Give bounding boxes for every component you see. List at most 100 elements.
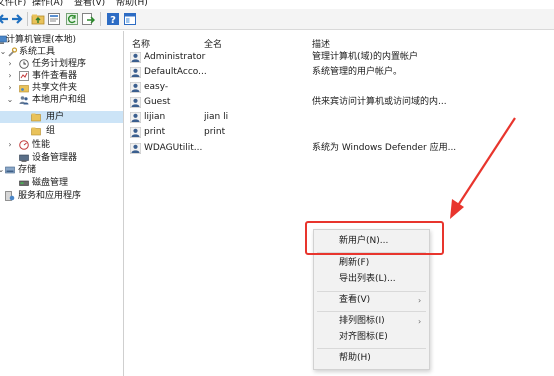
tree-item-computer-management[interactable]: 计算机管理(本地): [0, 34, 123, 46]
table-row[interactable]: DefaultAcco... 系统管理的用户帐户。: [128, 66, 548, 79]
menu-item-view[interactable]: 查看(V) ›: [314, 292, 429, 309]
panel-icon[interactable]: [123, 12, 137, 26]
user-icon: [130, 112, 141, 123]
column-header-name[interactable]: 名称: [132, 37, 150, 50]
svg-text:?: ?: [110, 15, 116, 26]
column-header-description[interactable]: 描述: [312, 37, 330, 50]
menu-item-align-icons[interactable]: 对齐图标(E): [314, 329, 429, 346]
menu-item-help[interactable]: 帮助(H): [314, 350, 429, 367]
tree-item-storage[interactable]: ⌄ 存储: [0, 164, 123, 176]
toolbar: ?: [0, 9, 554, 30]
help-icon[interactable]: ?: [106, 12, 120, 26]
user-fullname: print: [204, 127, 226, 137]
annotation-highlight-box: [305, 221, 444, 255]
chevron-right-icon[interactable]: ›: [6, 58, 14, 70]
menu-item-label: 帮助(H): [339, 353, 371, 363]
menu-separator: [317, 311, 426, 312]
user-icon: [130, 127, 141, 138]
annotation-arrow-icon: [450, 117, 516, 219]
folder-icon: [31, 113, 41, 122]
forward-icon[interactable]: [10, 12, 24, 26]
menu-item-arrange-icons[interactable]: 排列图标(I) ›: [314, 313, 429, 330]
services-icon: [5, 191, 15, 201]
tree-item-local-users-groups[interactable]: ⌄ 本地用户和组: [0, 94, 123, 106]
disk-icon: [19, 180, 29, 186]
export-icon[interactable]: [81, 12, 95, 26]
tree-label: 共享文件夹: [32, 83, 78, 93]
menu-view[interactable]: 查看(V): [74, 0, 105, 9]
tree-label: 磁盘管理: [32, 178, 69, 188]
tree-item-task-scheduler[interactable]: › 任务计划程序: [0, 58, 123, 70]
performance-icon: [19, 140, 29, 150]
table-row[interactable]: Guest 供来宾访问计算机或访问域的内...: [128, 96, 548, 109]
user-description: 系统管理的用户帐户。: [312, 67, 403, 77]
menu-item-label: 刷新(F): [339, 258, 370, 268]
user-icon: [130, 97, 141, 108]
user-fullname: jian li: [204, 112, 229, 122]
up-folder-icon[interactable]: [31, 12, 45, 26]
user-icon: [130, 143, 141, 154]
chevron-right-icon[interactable]: ›: [6, 139, 14, 151]
tree-item-device-manager[interactable]: 设备管理器: [0, 152, 123, 164]
menu-item-label: 排列图标(I): [339, 316, 385, 326]
tree-item-shared-folders[interactable]: › 共享文件夹: [0, 82, 123, 94]
device-manager-icon: [19, 154, 29, 162]
column-header-fullname[interactable]: 全名: [204, 37, 222, 50]
tree-label: 性能: [32, 140, 51, 150]
toolbar-divider: [27, 12, 28, 26]
properties-icon[interactable]: [47, 12, 61, 26]
tree-label: 系统工具: [19, 47, 56, 57]
user-name: easy-: [144, 82, 169, 92]
toolbar-divider: [100, 12, 101, 26]
folder-icon: [31, 127, 41, 136]
tree-item-groups[interactable]: 组: [0, 125, 123, 137]
chevron-right-icon: ›: [418, 317, 422, 326]
shared-folder-icon: [19, 85, 29, 93]
chevron-right-icon[interactable]: ›: [6, 82, 14, 94]
tree-item-disk-management[interactable]: 磁盘管理: [0, 177, 123, 189]
chevron-down-icon[interactable]: ⌄: [0, 46, 7, 58]
tree-item-event-viewer[interactable]: › 事件查看器: [0, 70, 123, 82]
chevron-right-icon: ›: [418, 296, 422, 305]
refresh-icon[interactable]: [65, 12, 79, 26]
tree-item-users[interactable]: 用户: [0, 111, 123, 123]
user-icon: [130, 67, 141, 78]
menu-item-label: 查看(V): [339, 295, 371, 305]
user-description: 管理计算机(域)的内置帐户: [312, 52, 419, 62]
tree-label: 存储: [18, 165, 37, 175]
menu-item-label: 导出列表(L)...: [339, 274, 396, 284]
back-icon[interactable]: [0, 12, 10, 26]
tree-item-system-tools[interactable]: ⌄ 系统工具: [0, 46, 123, 58]
menu-separator: [317, 348, 426, 349]
user-name: DefaultAcco...: [144, 67, 207, 77]
user-icon: [130, 82, 141, 93]
tree-label: 用户: [46, 112, 65, 122]
chevron-down-icon[interactable]: ⌄: [6, 94, 14, 106]
tree-label: 事件查看器: [32, 71, 78, 81]
tree-label: 组: [46, 126, 56, 136]
menu-file[interactable]: 文件(F): [0, 0, 26, 9]
tree-label: 任务计划程序: [32, 59, 87, 69]
table-row[interactable]: Administrator 管理计算机(域)的内置帐户: [128, 51, 548, 64]
navigation-tree: 计算机管理(本地) ⌄ 系统工具 › 任务计划程序 › 事件查看器 › 共享文件…: [0, 31, 124, 376]
user-name: Administrator: [144, 52, 206, 62]
user-description: 供来宾访问计算机或访问域的内...: [312, 97, 447, 107]
tree-item-services-apps[interactable]: 服务和应用程序: [0, 190, 123, 202]
menu-action[interactable]: 操作(A): [32, 0, 63, 9]
menu-item-export-list[interactable]: 导出列表(L)...: [314, 271, 429, 288]
table-row[interactable]: easy-: [128, 81, 548, 94]
menu-help[interactable]: 帮助(H): [116, 0, 148, 9]
storage-icon: [5, 166, 15, 174]
tree-label: 本地用户和组: [32, 95, 87, 105]
tree-item-performance[interactable]: › 性能: [0, 139, 123, 151]
user-name: Guest: [144, 97, 171, 107]
event-viewer-icon: [19, 71, 29, 81]
system-tools-icon: [8, 47, 17, 57]
user-icon: [130, 52, 141, 63]
tree-label: 设备管理器: [32, 153, 78, 163]
tree-label: 计算机管理(本地): [6, 35, 77, 45]
menu-bar: 文件(F) 操作(A) 查看(V) 帮助(H): [0, 0, 554, 9]
user-name: WDAGUtilit...: [144, 143, 203, 153]
chevron-right-icon[interactable]: ›: [6, 70, 14, 82]
menu-item-refresh[interactable]: 刷新(F): [314, 255, 429, 272]
